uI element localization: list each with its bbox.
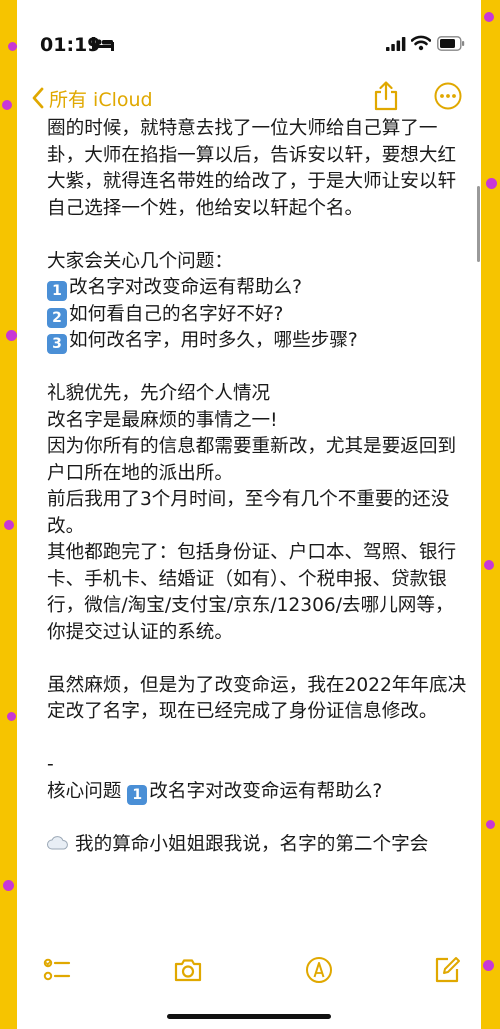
note-paragraph: 因为你所有的信息都需要重新改，尤其是要返回到户口所在地的派出所。 [47, 436, 457, 484]
keycap-number-2: 2 [47, 307, 67, 328]
core-question-text: 改名字对改变命运有帮助么? [149, 780, 383, 802]
more-icon[interactable] [434, 82, 462, 110]
back-button-label: 所有 iCloud [49, 88, 153, 111]
question-item: 2 如何看自己的名字好不好? [47, 302, 467, 329]
background-dot [7, 712, 16, 721]
question-item: 1 改名字对改变命运有帮助么? [47, 275, 467, 302]
background-dot [6, 330, 17, 341]
notes-app-screen: 01:19 所有 iCloud 圈的时候，就特意去找了一位大师给自己算了一卦，大… [17, 0, 481, 1029]
note-paragraph: 改名字是最麻烦的事情之一! [47, 409, 278, 431]
note-paragraph: 圈的时候，就特意去找了一位大师给自己算了一卦，大师在掐指一算以后，告诉安以轩，要… [47, 118, 457, 219]
note-body[interactable]: 圈的时候，就特意去找了一位大师给自己算了一卦，大师在掐指一算以后，告诉安以轩，要… [47, 116, 467, 858]
compose-icon[interactable] [433, 956, 461, 984]
note-paragraph: 虽然麻烦，但是为了改变命运，我在2022年年底决定改了名字，现在已经完成了身份证… [47, 674, 467, 723]
background-dot [8, 42, 17, 51]
bed-icon [92, 37, 114, 51]
core-question-prefix: 核心问题 [47, 780, 128, 802]
background-dot [3, 880, 14, 891]
note-paragraph: 我的算命小姐姐跟我说，名字的第二个字会 [47, 832, 467, 859]
question-text: 如何改名字，用时多久，哪些步骤? [69, 330, 358, 351]
status-bar: 01:19 [17, 0, 481, 70]
bottom-toolbar [17, 944, 481, 1004]
divider-dash: - [47, 754, 54, 775]
note-navigation-bar: 所有 iCloud [17, 78, 481, 118]
background-dot [2, 100, 12, 110]
camera-icon[interactable] [173, 956, 203, 984]
note-paragraph: 其他都跑完了：包括身份证、户口本、驾照、银行卡、手机卡、结婚证（如有）、个税申报… [47, 542, 457, 643]
background-dot [483, 960, 494, 971]
cloud-icon [47, 835, 68, 849]
cellular-signal-icon [386, 37, 406, 51]
background-dot [4, 520, 14, 530]
question-text: 如何看自己的名字好不好? [69, 303, 284, 325]
back-button[interactable]: 所有 iCloud [31, 84, 153, 112]
chevron-left-icon [32, 87, 44, 109]
wifi-icon [411, 35, 431, 51]
background-dot [484, 560, 494, 570]
core-question: 核心问题 1 改名字对改变命运有帮助么? [47, 779, 467, 806]
question-item: 3 如何改名字，用时多久，哪些步骤? [47, 328, 467, 355]
home-indicator[interactable] [167, 1014, 331, 1019]
keycap-number-1: 1 [127, 784, 148, 805]
last-line-text: 我的算命小姐姐跟我说，名字的第二个字会 [75, 833, 429, 855]
markup-pen-icon[interactable] [305, 956, 333, 984]
checklist-icon[interactable] [43, 956, 71, 984]
background-dot [486, 820, 495, 829]
battery-icon [437, 36, 465, 51]
note-paragraph: 前后我用了3个月时间，至今有几个不重要的还没改。 [47, 489, 450, 537]
scrollbar[interactable] [477, 186, 480, 262]
background-dot [486, 178, 497, 189]
question-text: 改名字对改变命运有帮助么? [69, 277, 302, 298]
share-icon[interactable] [373, 81, 399, 111]
keycap-number-1: 1 [47, 281, 67, 301]
keycap-number-3: 3 [47, 334, 67, 354]
questions-title: 大家会关心几个问题： [47, 250, 233, 272]
note-paragraph: 礼貌优先，先介绍个人情况 [47, 383, 271, 404]
background-dot [484, 12, 494, 22]
